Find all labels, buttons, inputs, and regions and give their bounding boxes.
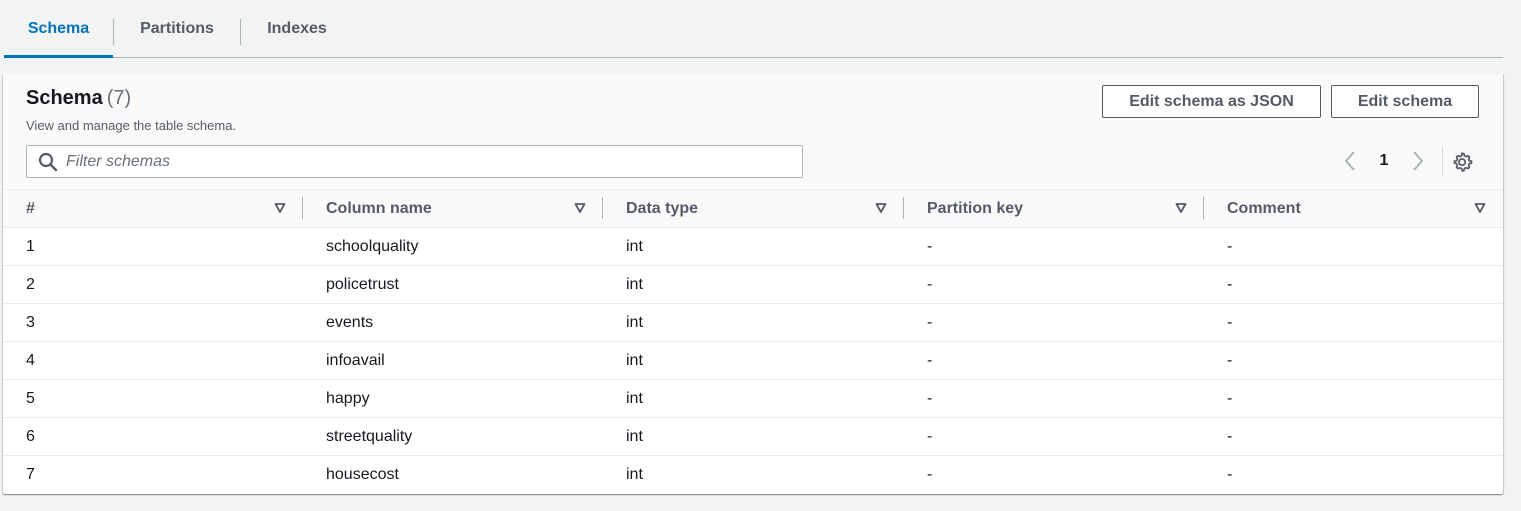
cell-data-type: int — [603, 265, 904, 304]
column-header-label: # — [26, 199, 35, 217]
schema-panel: Schema (7) View and manage the table sche… — [3, 73, 1503, 494]
panel-title: Schema (7) — [26, 87, 131, 110]
cell-number: 1 — [3, 227, 303, 266]
cell-number: 7 — [26, 465, 35, 483]
tab-indexes[interactable]: Indexes — [241, 0, 353, 57]
table-row: 2 policetrust int - - — [3, 265, 1503, 304]
column-header-column-name[interactable]: Column name — [303, 190, 603, 228]
column-header-data-type[interactable]: Data type — [603, 190, 904, 228]
pagination: 1 — [1339, 146, 1443, 176]
panel-header: Schema (7) View and manage the table sche… — [3, 73, 1503, 190]
chevron-right-icon[interactable] — [1407, 150, 1429, 172]
cell-comment: - — [1204, 379, 1503, 418]
table-row: 5 happy int - - — [3, 379, 1503, 418]
caret-down-icon[interactable] — [274, 202, 286, 214]
cell-comment: - — [1204, 227, 1503, 266]
cell-column-name: housecost — [326, 465, 399, 483]
table-row: 6 streetquality int - - — [3, 417, 1503, 456]
cell-comment: - — [1204, 341, 1503, 380]
gear-icon[interactable] — [1452, 151, 1474, 173]
column-header-label: Column name — [326, 199, 432, 217]
cell-number: 4 — [3, 341, 303, 380]
column-header-label: Partition key — [927, 199, 1024, 217]
search-icon — [38, 152, 58, 171]
cell-column-name: infoavail — [303, 341, 603, 380]
edit-schema-json-button[interactable]: Edit schema as JSON — [1102, 85, 1321, 118]
column-header-number[interactable]: # — [3, 190, 303, 228]
cell-number: 2 — [3, 265, 303, 304]
panel-description: View and manage the table schema. — [26, 118, 237, 133]
cell-number: 6 — [3, 417, 303, 456]
column-header-comment[interactable]: Comment — [1204, 190, 1503, 228]
cell-partition-key: - — [904, 265, 1204, 304]
table-row: 4 infoavail int - - — [3, 341, 1503, 380]
cell-partition-key: - — [927, 465, 933, 483]
cell-partition-key: - — [904, 379, 1204, 418]
tab-schema[interactable]: Schema — [4, 0, 113, 58]
table-header-row: # Column name Data type Partition key Co… — [3, 190, 1503, 228]
table-row: 7 housecost int - - — [3, 456, 1503, 494]
cell-data-type: int — [626, 465, 643, 483]
cell-comment: - — [1204, 417, 1503, 456]
cell-column-name: happy — [303, 379, 603, 418]
cell-column-name: schoolquality — [303, 227, 603, 266]
cell-data-type: int — [603, 227, 904, 266]
page-number[interactable]: 1 — [1361, 152, 1407, 170]
schema-table: # Column name Data type Partition key Co… — [3, 190, 1503, 494]
cell-partition-key: - — [904, 417, 1204, 456]
schema-count: (7) — [106, 87, 132, 109]
cell-comment: - — [1204, 303, 1503, 342]
cell-comment: - — [1204, 265, 1503, 304]
column-header-partition-key[interactable]: Partition key — [904, 190, 1204, 228]
tab-partitions[interactable]: Partitions — [114, 0, 240, 57]
caret-down-icon[interactable] — [1175, 202, 1187, 214]
cell-column-name: streetquality — [303, 417, 603, 456]
cell-data-type: int — [603, 417, 904, 456]
edit-schema-button[interactable]: Edit schema — [1331, 85, 1479, 118]
panel-title-text: Schema — [26, 87, 103, 109]
cell-column-name: events — [303, 303, 603, 342]
caret-down-icon[interactable] — [875, 202, 887, 214]
filter-box — [26, 145, 803, 178]
column-header-label: Comment — [1227, 199, 1301, 217]
cell-column-name: policetrust — [303, 265, 603, 304]
table-row: 3 events int - - — [3, 303, 1503, 342]
filter-schemas-input[interactable] — [66, 152, 766, 171]
cell-comment: - — [1227, 465, 1233, 483]
cell-number: 3 — [3, 303, 303, 342]
chevron-left-icon[interactable] — [1339, 150, 1361, 172]
pager-divider — [1442, 146, 1443, 176]
table-row: 1 schoolquality int - - — [3, 227, 1503, 266]
caret-down-icon[interactable] — [574, 202, 586, 214]
tab-bar: Schema Partitions Indexes — [4, 0, 1503, 58]
cell-partition-key: - — [904, 227, 1204, 266]
cell-number: 5 — [3, 379, 303, 418]
table-body: 1 schoolquality int - -2 policetrust int - -3 eve… — [3, 227, 1503, 494]
column-header-label: Data type — [626, 199, 699, 217]
cell-data-type: int — [603, 379, 904, 418]
cell-data-type: int — [603, 303, 904, 342]
caret-down-icon[interactable] — [1474, 202, 1486, 214]
cell-data-type: int — [603, 341, 904, 380]
cell-partition-key: - — [904, 341, 1204, 380]
cell-partition-key: - — [904, 303, 1204, 342]
